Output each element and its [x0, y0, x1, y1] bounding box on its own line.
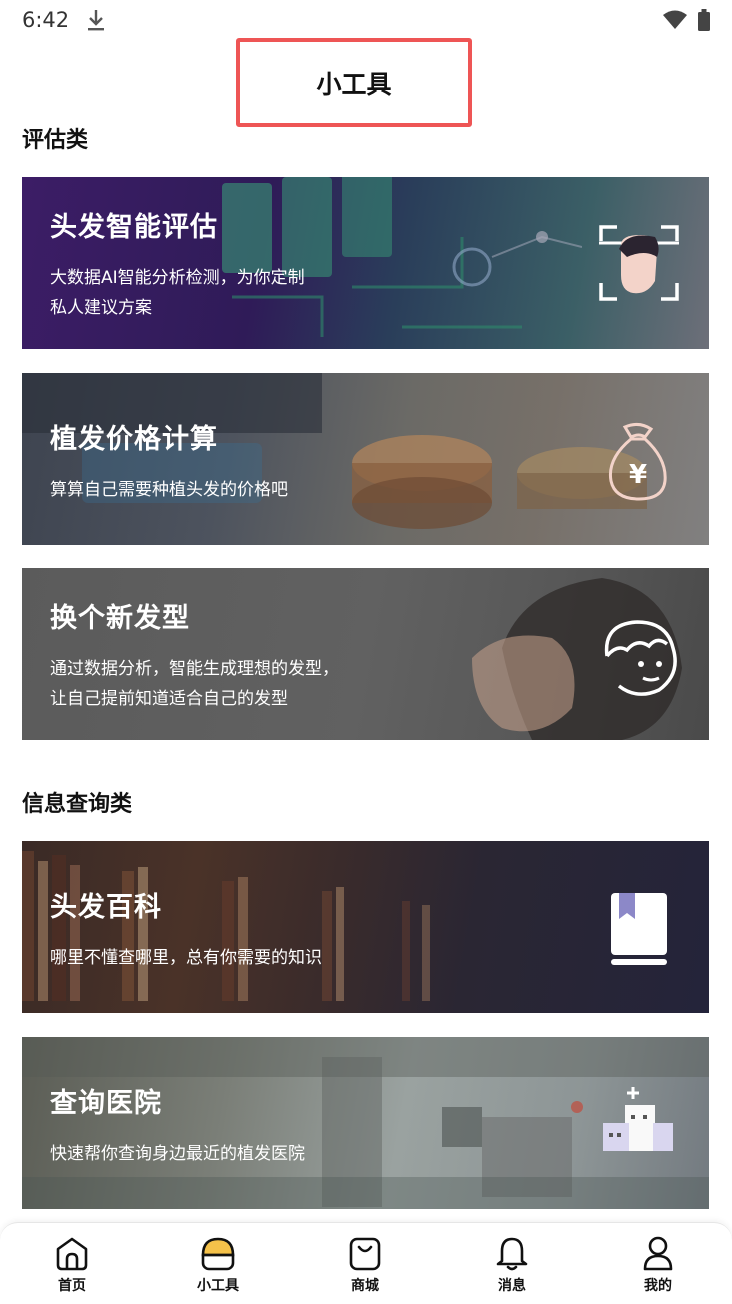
card-description: 通过数据分析，智能生成理想的发型， 让自己提前知道适合自己的发型: [50, 659, 339, 709]
page-title: 小工具: [316, 69, 392, 99]
money-bag-icon: ¥: [608, 422, 667, 501]
tab-profile[interactable]: 我的: [613, 1233, 703, 1295]
tab-label: 消息: [498, 1278, 526, 1294]
status-bar: 6:42: [0, 0, 732, 40]
bottom-tab-bar: 首页 小工具 商城 消息 我的: [0, 1222, 732, 1304]
card-description: 快速帮你查询身边最近的植发医院: [50, 1144, 305, 1164]
wifi-icon: [662, 10, 688, 34]
status-icons: [662, 9, 710, 35]
card-description: 算算自己需要种植头发的价格吧: [50, 480, 288, 500]
tab-tools[interactable]: 小工具: [173, 1233, 263, 1295]
section-title-info: 信息查询类: [22, 792, 133, 817]
card-description: 大数据AI智能分析检测，为你定制 私人建议方案: [50, 268, 305, 318]
download-icon: [86, 8, 106, 36]
card-new-hairstyle[interactable]: 换个新发型 通过数据分析，智能生成理想的发型， 让自己提前知道适合自己的发型: [22, 568, 709, 740]
card-title: 头发百科: [50, 892, 162, 923]
tab-home[interactable]: 首页: [27, 1233, 117, 1295]
card-hair-assessment[interactable]: 头发智能评估 大数据AI智能分析检测，为你定制 私人建议方案: [22, 177, 709, 349]
tab-label: 小工具: [197, 1278, 239, 1294]
hair-face-icon: [604, 620, 677, 696]
home-icon: [56, 1237, 88, 1271]
face-scan-icon: [599, 225, 679, 301]
section-title-assessment: 评估类: [22, 128, 89, 153]
tab-messages[interactable]: 消息: [467, 1233, 557, 1295]
card-hospital-search[interactable]: 查询医院 快速帮你查询身边最近的植发医院: [22, 1037, 709, 1209]
card-title: 植发价格计算: [50, 424, 218, 455]
tools-icon: [201, 1237, 235, 1271]
card-description: 哪里不懂查哪里，总有你需要的知识: [50, 948, 322, 968]
card-title: 头发智能评估: [50, 212, 218, 243]
svg-text:¥: ¥: [629, 460, 647, 490]
hospital-icon: [603, 1087, 673, 1151]
bell-icon: [496, 1237, 528, 1271]
battery-icon: [698, 9, 710, 35]
book-icon: [611, 893, 667, 965]
card-hair-encyclopedia[interactable]: 头发百科 哪里不懂查哪里，总有你需要的知识: [22, 841, 709, 1013]
shop-bag-icon: [349, 1237, 381, 1271]
user-icon: [643, 1236, 673, 1271]
status-time: 6:42: [22, 8, 70, 32]
tab-label: 商城: [351, 1278, 379, 1294]
card-title: 换个新发型: [50, 603, 190, 634]
card-price-calculator[interactable]: 植发价格计算 算算自己需要种植头发的价格吧 ¥: [22, 373, 709, 545]
page-title-box: 小工具: [236, 38, 472, 127]
card-title: 查询医院: [50, 1088, 162, 1119]
tab-shop[interactable]: 商城: [320, 1233, 410, 1295]
tab-label: 我的: [644, 1278, 672, 1294]
tab-label: 首页: [58, 1278, 86, 1294]
